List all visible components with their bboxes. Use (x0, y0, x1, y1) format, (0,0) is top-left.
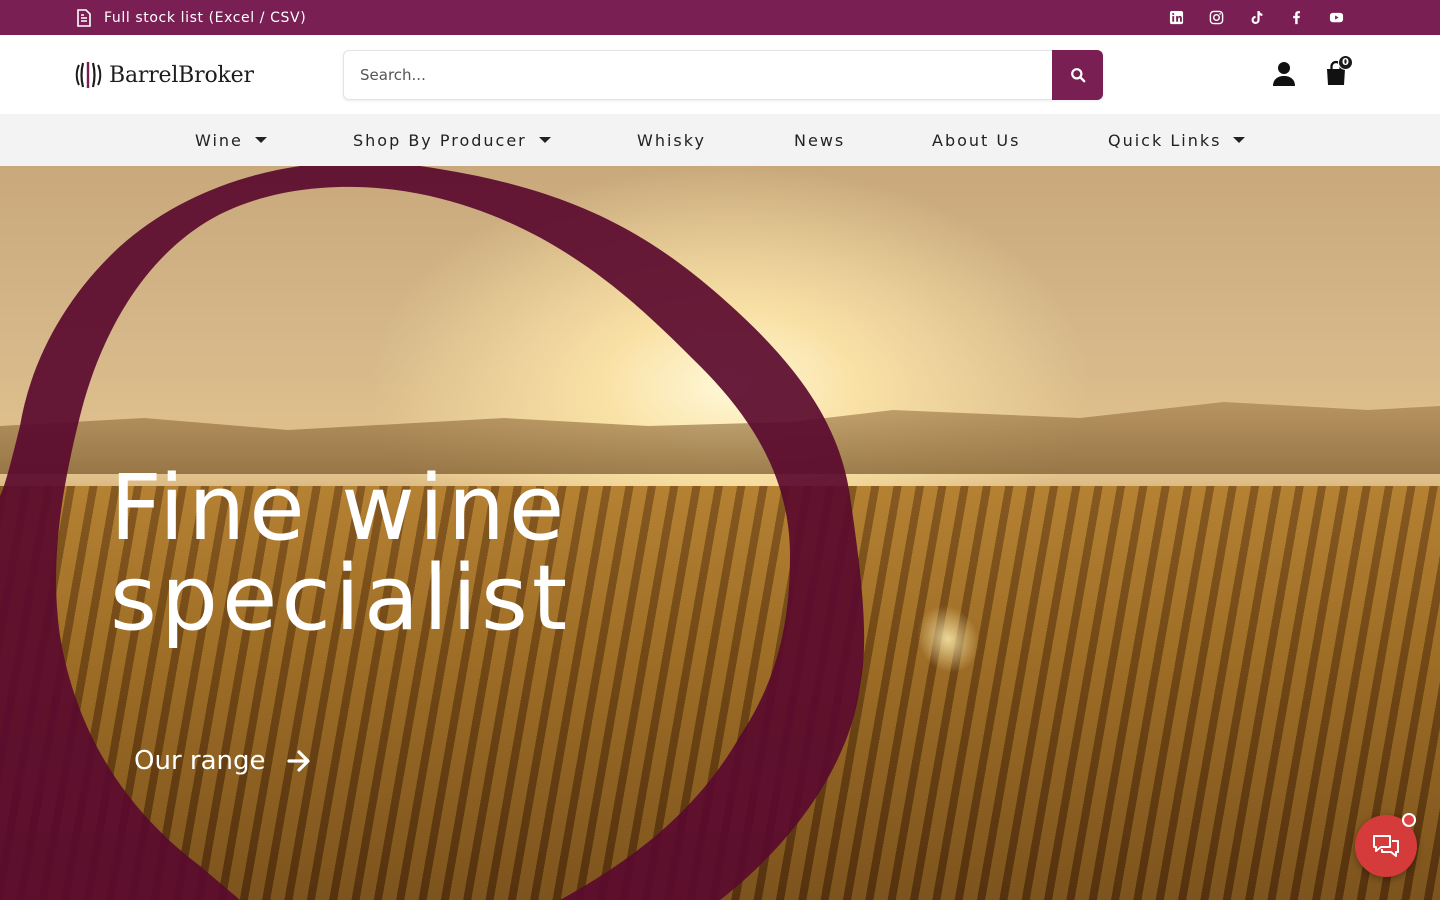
file-icon (77, 8, 91, 27)
chat-notification-dot (1402, 813, 1416, 827)
caret-down-icon (254, 137, 267, 143)
hero-title: Fine wine specialist (110, 464, 730, 644)
nav-item-label: About Us (932, 130, 1021, 150)
site-header: BarrelBroker 0 (0, 35, 1440, 114)
search-icon (1070, 68, 1085, 83)
nav-item-label: Shop By Producer (353, 130, 527, 150)
nav-item-label: Whisky (637, 130, 706, 150)
youtube-link[interactable] (1316, 0, 1356, 35)
search-input[interactable] (344, 51, 1052, 99)
caret-down-icon (1233, 137, 1246, 143)
instagram-link[interactable] (1196, 0, 1236, 35)
user-account-icon[interactable] (1272, 61, 1296, 87)
hero-title-line-1: Fine wine (110, 456, 569, 561)
stock-list-label: Full stock list (Excel / CSV) (104, 9, 307, 26)
facebook-icon (1292, 11, 1300, 25)
logo-text: BarrelBroker (109, 62, 254, 88)
tiktok-icon (1251, 10, 1262, 24)
our-range-button[interactable]: Our range (134, 746, 312, 776)
nav-item-news[interactable]: News (794, 114, 845, 166)
nav-item-label: News (794, 130, 846, 150)
arrow-right-icon (286, 750, 310, 772)
tiktok-link[interactable] (1236, 0, 1276, 35)
search-button[interactable] (1052, 50, 1103, 100)
facebook-link[interactable] (1276, 0, 1316, 35)
nav-item-about-us[interactable]: About Us (932, 114, 1020, 166)
linkedin-icon (1169, 10, 1183, 25)
nav-item-quick-links[interactable]: Quick Links (1108, 114, 1246, 166)
our-range-label: Our range (134, 746, 266, 776)
chat-icon (1373, 835, 1399, 857)
social-links (1156, 0, 1356, 35)
nav-item-label: Quick Links (1108, 130, 1222, 150)
nav-item-label: Wine (195, 130, 243, 150)
stock-list-link[interactable]: Full stock list (Excel / CSV) (76, 0, 306, 35)
caret-down-icon (538, 137, 551, 143)
search-bar (343, 50, 1103, 100)
hero-banner: Fine wine specialist Our range (0, 166, 1440, 900)
linkedin-link[interactable] (1156, 0, 1196, 35)
nav-item-whisky[interactable]: Whisky (637, 114, 706, 166)
barrel-logo-icon (75, 62, 102, 88)
logo[interactable]: BarrelBroker (75, 61, 254, 89)
hero-title-line-2: specialist (110, 546, 572, 651)
top-bar: Full stock list (Excel / CSV) (0, 0, 1440, 35)
nav-item-wine[interactable]: Wine (195, 114, 267, 166)
cart-count-badge: 0 (1338, 55, 1353, 70)
youtube-icon (1329, 12, 1343, 23)
nav-item-shop-by-producer[interactable]: Shop By Producer (353, 114, 551, 166)
instagram-icon (1209, 10, 1223, 25)
main-nav: Wine Shop By Producer Whisky News About … (0, 114, 1440, 166)
